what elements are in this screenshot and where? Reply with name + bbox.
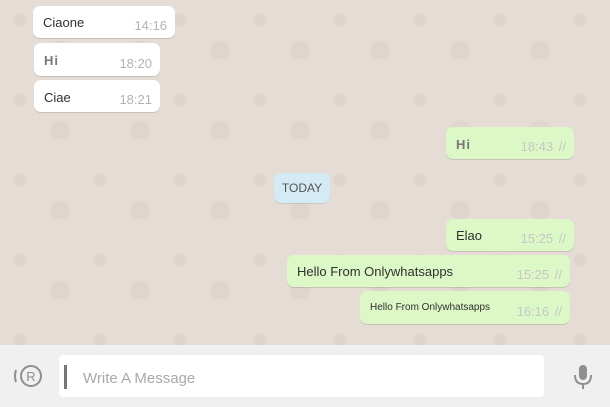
message-incoming[interactable]: Hi 18:20 — [34, 43, 160, 76]
message-incoming[interactable]: Ciaone 14:16 — [33, 6, 175, 38]
message-time-value: 16:16 — [516, 304, 550, 319]
message-time: 18:43 // — [521, 139, 566, 154]
mic-icon[interactable] — [571, 363, 595, 391]
emoji-icon[interactable]: R — [13, 364, 43, 387]
message-time: 18:21 — [119, 92, 152, 107]
message-time: 15:25 // — [521, 231, 566, 246]
message-input-box[interactable] — [59, 355, 544, 397]
message-outgoing[interactable]: Hello From Onlywhatsapps 15:25 // — [287, 255, 570, 287]
read-ticks-icon: // — [554, 304, 562, 319]
message-outgoing[interactable]: Hello From Onlywhatsapps 16:16 // — [360, 291, 570, 324]
message-text: Ciae — [44, 90, 71, 105]
message-outgoing[interactable]: Elao 15:25 // — [446, 219, 574, 251]
read-ticks-icon: // — [558, 231, 566, 246]
message-text: Elao — [456, 228, 483, 243]
svg-text:R: R — [26, 369, 35, 384]
message-time: 16:16 // — [517, 304, 562, 319]
day-separator-label: TODAY — [281, 181, 323, 195]
message-time: 15:25 // — [517, 267, 562, 282]
message-time-value: 15:25 — [516, 267, 550, 282]
message-text: Hello From Onlywhatsapps — [370, 302, 491, 313]
message-text: Hello From Onlywhatsapps — [297, 264, 454, 279]
message-outgoing[interactable]: Hi 18:43 // — [446, 127, 574, 159]
message-time: 14:16 — [134, 18, 167, 33]
read-ticks-icon: // — [554, 267, 562, 282]
chat-area: Ciaone 14:16 Hi 18:20 Ciae 18:21 Hi 18:4… — [0, 0, 610, 345]
text-cursor — [64, 365, 67, 389]
message-composer: R — [0, 345, 610, 407]
message-time-value: 15:25 — [520, 231, 554, 246]
day-separator: TODAY — [274, 173, 330, 203]
message-time-value: 18:43 — [520, 139, 554, 154]
message-time: 18:20 — [119, 56, 152, 71]
message-text: Ciaone — [43, 15, 85, 30]
message-incoming[interactable]: Ciae 18:21 — [34, 80, 160, 112]
message-text: Hi — [44, 53, 59, 68]
message-input[interactable] — [81, 365, 525, 391]
message-text: Hi — [456, 137, 471, 152]
read-ticks-icon: // — [558, 139, 566, 154]
